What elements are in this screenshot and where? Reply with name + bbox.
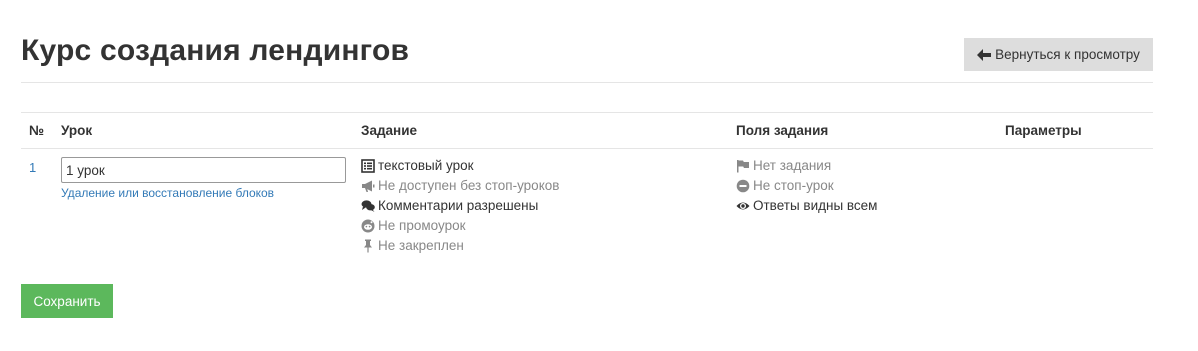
flag-icon: [736, 159, 750, 173]
column-header-number: №: [29, 123, 45, 138]
column-header-params: Параметры: [1005, 123, 1082, 138]
answers-visibility-label: Ответы видны всем: [753, 198, 878, 213]
task-toggle-label: Нет задания: [753, 158, 832, 173]
table-top-border: [21, 112, 1153, 113]
column-header-lesson: Урок: [61, 123, 93, 138]
stop-lesson-toggle[interactable]: Не стоп-урок: [736, 178, 834, 193]
blocks-restore-link[interactable]: Удаление или восстановление блоков: [61, 186, 274, 200]
back-button-label: Вернуться к просмотру: [995, 47, 1140, 62]
table-header-border: [21, 148, 1153, 149]
task-toggle[interactable]: Нет задания: [736, 158, 831, 173]
pushpin-icon: [361, 239, 375, 253]
lesson-number-link[interactable]: 1: [29, 160, 36, 175]
stop-lesson-label: Не стоп-урок: [753, 178, 834, 193]
save-button[interactable]: Сохранить: [21, 284, 113, 318]
lesson-name-input[interactable]: [61, 157, 346, 183]
reddit-icon: [361, 219, 375, 233]
minus-circle-icon: [736, 179, 750, 193]
back-to-view-button[interactable]: Вернуться к просмотру: [964, 38, 1153, 71]
arrow-left-icon: [977, 48, 992, 61]
comments-toggle[interactable]: Комментарии разрешены: [361, 198, 538, 213]
task-type-toggle[interactable]: текстовый урок: [361, 158, 474, 173]
comments-label: Комментарии разрешены: [378, 198, 539, 213]
promo-toggle[interactable]: Не промоурок: [361, 218, 466, 233]
comments-icon: [361, 199, 375, 213]
column-header-task-fields: Поля задания: [736, 123, 829, 138]
bullhorn-icon: [361, 179, 375, 193]
answers-visibility-toggle[interactable]: Ответы видны всем: [736, 198, 877, 213]
eye-icon: [736, 199, 750, 213]
promo-label: Не промоурок: [378, 218, 466, 233]
stop-lessons-toggle[interactable]: Не доступен без стоп-уроков: [361, 178, 559, 193]
column-header-task: Задание: [361, 123, 418, 138]
list-alt-icon: [361, 158, 375, 173]
task-type-label: текстовый урок: [378, 158, 474, 173]
pinned-toggle[interactable]: Не закреплен: [361, 238, 464, 253]
page-title: Курс создания лендингов: [21, 34, 410, 67]
stop-lessons-label: Не доступен без стоп-уроков: [378, 178, 560, 193]
pinned-label: Не закреплен: [378, 238, 464, 253]
title-divider: [21, 82, 1153, 83]
